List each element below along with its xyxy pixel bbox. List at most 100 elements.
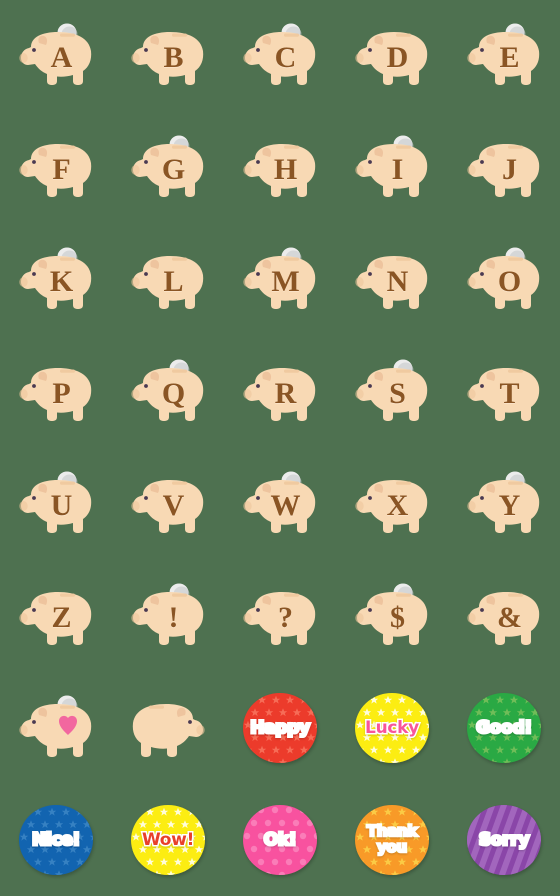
pig-letter: J bbox=[502, 153, 517, 186]
sticker-cell[interactable]: Nice! bbox=[0, 784, 112, 896]
sticker-cell[interactable] bbox=[0, 672, 112, 784]
sticker-cell[interactable]: U bbox=[0, 448, 112, 560]
sticker-pig-exclaim[interactable]: ! bbox=[120, 568, 216, 664]
piggy-bank: I bbox=[351, 131, 433, 205]
sticker-pig-j[interactable]: J bbox=[456, 120, 552, 216]
pig-letter: P bbox=[52, 377, 71, 410]
sticker-cell[interactable]: F bbox=[0, 112, 112, 224]
sticker-cell[interactable]: Ok! bbox=[224, 784, 336, 896]
sticker-cell[interactable]: ! bbox=[112, 560, 224, 672]
piggy-bank: E bbox=[463, 19, 545, 93]
sticker-cell[interactable]: M bbox=[224, 224, 336, 336]
sticker-cell[interactable]: W bbox=[224, 448, 336, 560]
pig-letter: C bbox=[274, 41, 297, 74]
sticker-pig-heart[interactable] bbox=[8, 680, 104, 776]
sticker-badge-thankyou[interactable]: Thank you bbox=[344, 792, 440, 888]
sticker-pig-i[interactable]: I bbox=[344, 120, 440, 216]
sticker-pig-v[interactable]: V bbox=[120, 456, 216, 552]
sticker-pig-w[interactable]: W bbox=[232, 456, 328, 552]
sticker-pig-g[interactable]: G bbox=[120, 120, 216, 216]
sticker-pig-e[interactable]: E bbox=[456, 8, 552, 104]
sticker-cell[interactable]: Happy bbox=[224, 672, 336, 784]
sticker-cell[interactable]: O bbox=[448, 224, 560, 336]
sticker-badge-happy[interactable]: Happy bbox=[232, 680, 328, 776]
sticker-pig-u[interactable]: U bbox=[8, 456, 104, 552]
sticker-cell[interactable]: Good! bbox=[448, 672, 560, 784]
sticker-cell[interactable]: S bbox=[336, 336, 448, 448]
sticker-cell[interactable]: Thank you bbox=[336, 784, 448, 896]
pig-letter: R bbox=[274, 377, 297, 410]
sticker-cell[interactable]: X bbox=[336, 448, 448, 560]
sticker-pig-k[interactable]: K bbox=[8, 232, 104, 328]
sticker-pig-z[interactable]: Z bbox=[8, 568, 104, 664]
sticker-pig-t[interactable]: T bbox=[456, 344, 552, 440]
sticker-badge-ok[interactable]: Ok! bbox=[232, 792, 328, 888]
sticker-pig-d[interactable]: D bbox=[344, 8, 440, 104]
sticker-pig-x[interactable]: X bbox=[344, 456, 440, 552]
sticker-badge-nice[interactable]: Nice! bbox=[8, 792, 104, 888]
sticker-cell[interactable]: V bbox=[112, 448, 224, 560]
sticker-badge-good[interactable]: Good! bbox=[456, 680, 552, 776]
sticker-cell[interactable]: H bbox=[224, 112, 336, 224]
piggy-bank: U bbox=[15, 467, 97, 541]
sticker-cell[interactable]: D bbox=[336, 0, 448, 112]
pig-letter: F bbox=[52, 153, 71, 186]
sticker-cell[interactable]: I bbox=[336, 112, 448, 224]
sticker-pig-plain[interactable] bbox=[120, 680, 216, 776]
sticker-cell[interactable]: $ bbox=[336, 560, 448, 672]
sticker-cell[interactable]: Lucky bbox=[336, 672, 448, 784]
piggy-bank: B bbox=[127, 19, 209, 93]
sticker-pig-y[interactable]: Y bbox=[456, 456, 552, 552]
sticker-cell[interactable]: Wow! bbox=[112, 784, 224, 896]
sticker-pig-a[interactable]: A bbox=[8, 8, 104, 104]
sticker-cell[interactable]: C bbox=[224, 0, 336, 112]
sticker-cell[interactable]: R bbox=[224, 336, 336, 448]
sticker-pig-h[interactable]: H bbox=[232, 120, 328, 216]
sticker-cell[interactable]: Q bbox=[112, 336, 224, 448]
sticker-cell[interactable]: J bbox=[448, 112, 560, 224]
sticker-pig-ampersand[interactable]: & bbox=[456, 568, 552, 664]
sticker-pig-n[interactable]: N bbox=[344, 232, 440, 328]
sticker-cell[interactable]: G bbox=[112, 112, 224, 224]
sticker-cell[interactable]: Z bbox=[0, 560, 112, 672]
pig-letter: Z bbox=[51, 601, 72, 634]
sticker-pig-dollar[interactable]: $ bbox=[344, 568, 440, 664]
sticker-cell[interactable] bbox=[112, 672, 224, 784]
sticker-cell[interactable]: K bbox=[0, 224, 112, 336]
sticker-cell[interactable]: & bbox=[448, 560, 560, 672]
sticker-cell[interactable]: N bbox=[336, 224, 448, 336]
sticker-badge-wow[interactable]: Wow! bbox=[120, 792, 216, 888]
sticker-cell[interactable]: L bbox=[112, 224, 224, 336]
sticker-cell[interactable]: A bbox=[0, 0, 112, 112]
sticker-pig-l[interactable]: L bbox=[120, 232, 216, 328]
emoji-badge: Sorry bbox=[467, 805, 541, 875]
sticker-pig-q[interactable]: Q bbox=[120, 344, 216, 440]
sticker-pig-s[interactable]: S bbox=[344, 344, 440, 440]
sticker-badge-lucky[interactable]: Lucky bbox=[344, 680, 440, 776]
sticker-cell[interactable]: E bbox=[448, 0, 560, 112]
piggy-bank: X bbox=[351, 467, 433, 541]
sticker-pig-question[interactable]: ? bbox=[232, 568, 328, 664]
badge-label: Wow! bbox=[140, 829, 195, 850]
sticker-cell[interactable]: ? bbox=[224, 560, 336, 672]
sticker-pig-m[interactable]: M bbox=[232, 232, 328, 328]
sticker-cell[interactable]: B bbox=[112, 0, 224, 112]
sticker-pig-f[interactable]: F bbox=[8, 120, 104, 216]
piggy-bank: Z bbox=[15, 579, 97, 653]
piggy-bank: O bbox=[463, 243, 545, 317]
piggy-bank: C bbox=[239, 19, 321, 93]
sticker-pig-r[interactable]: R bbox=[232, 344, 328, 440]
sticker-pig-p[interactable]: P bbox=[8, 344, 104, 440]
badge-label: Happy bbox=[249, 717, 312, 738]
sticker-badge-sorry[interactable]: Sorry bbox=[456, 792, 552, 888]
piggy-bank: F bbox=[15, 131, 97, 205]
sticker-pig-b[interactable]: B bbox=[120, 8, 216, 104]
sticker-cell[interactable]: Sorry bbox=[448, 784, 560, 896]
piggy-bank: H bbox=[239, 131, 321, 205]
sticker-pig-c[interactable]: C bbox=[232, 8, 328, 104]
sticker-cell[interactable]: P bbox=[0, 336, 112, 448]
sticker-cell[interactable]: Y bbox=[448, 448, 560, 560]
sticker-cell[interactable]: T bbox=[448, 336, 560, 448]
piggy-bank: S bbox=[351, 355, 433, 429]
sticker-pig-o[interactable]: O bbox=[456, 232, 552, 328]
